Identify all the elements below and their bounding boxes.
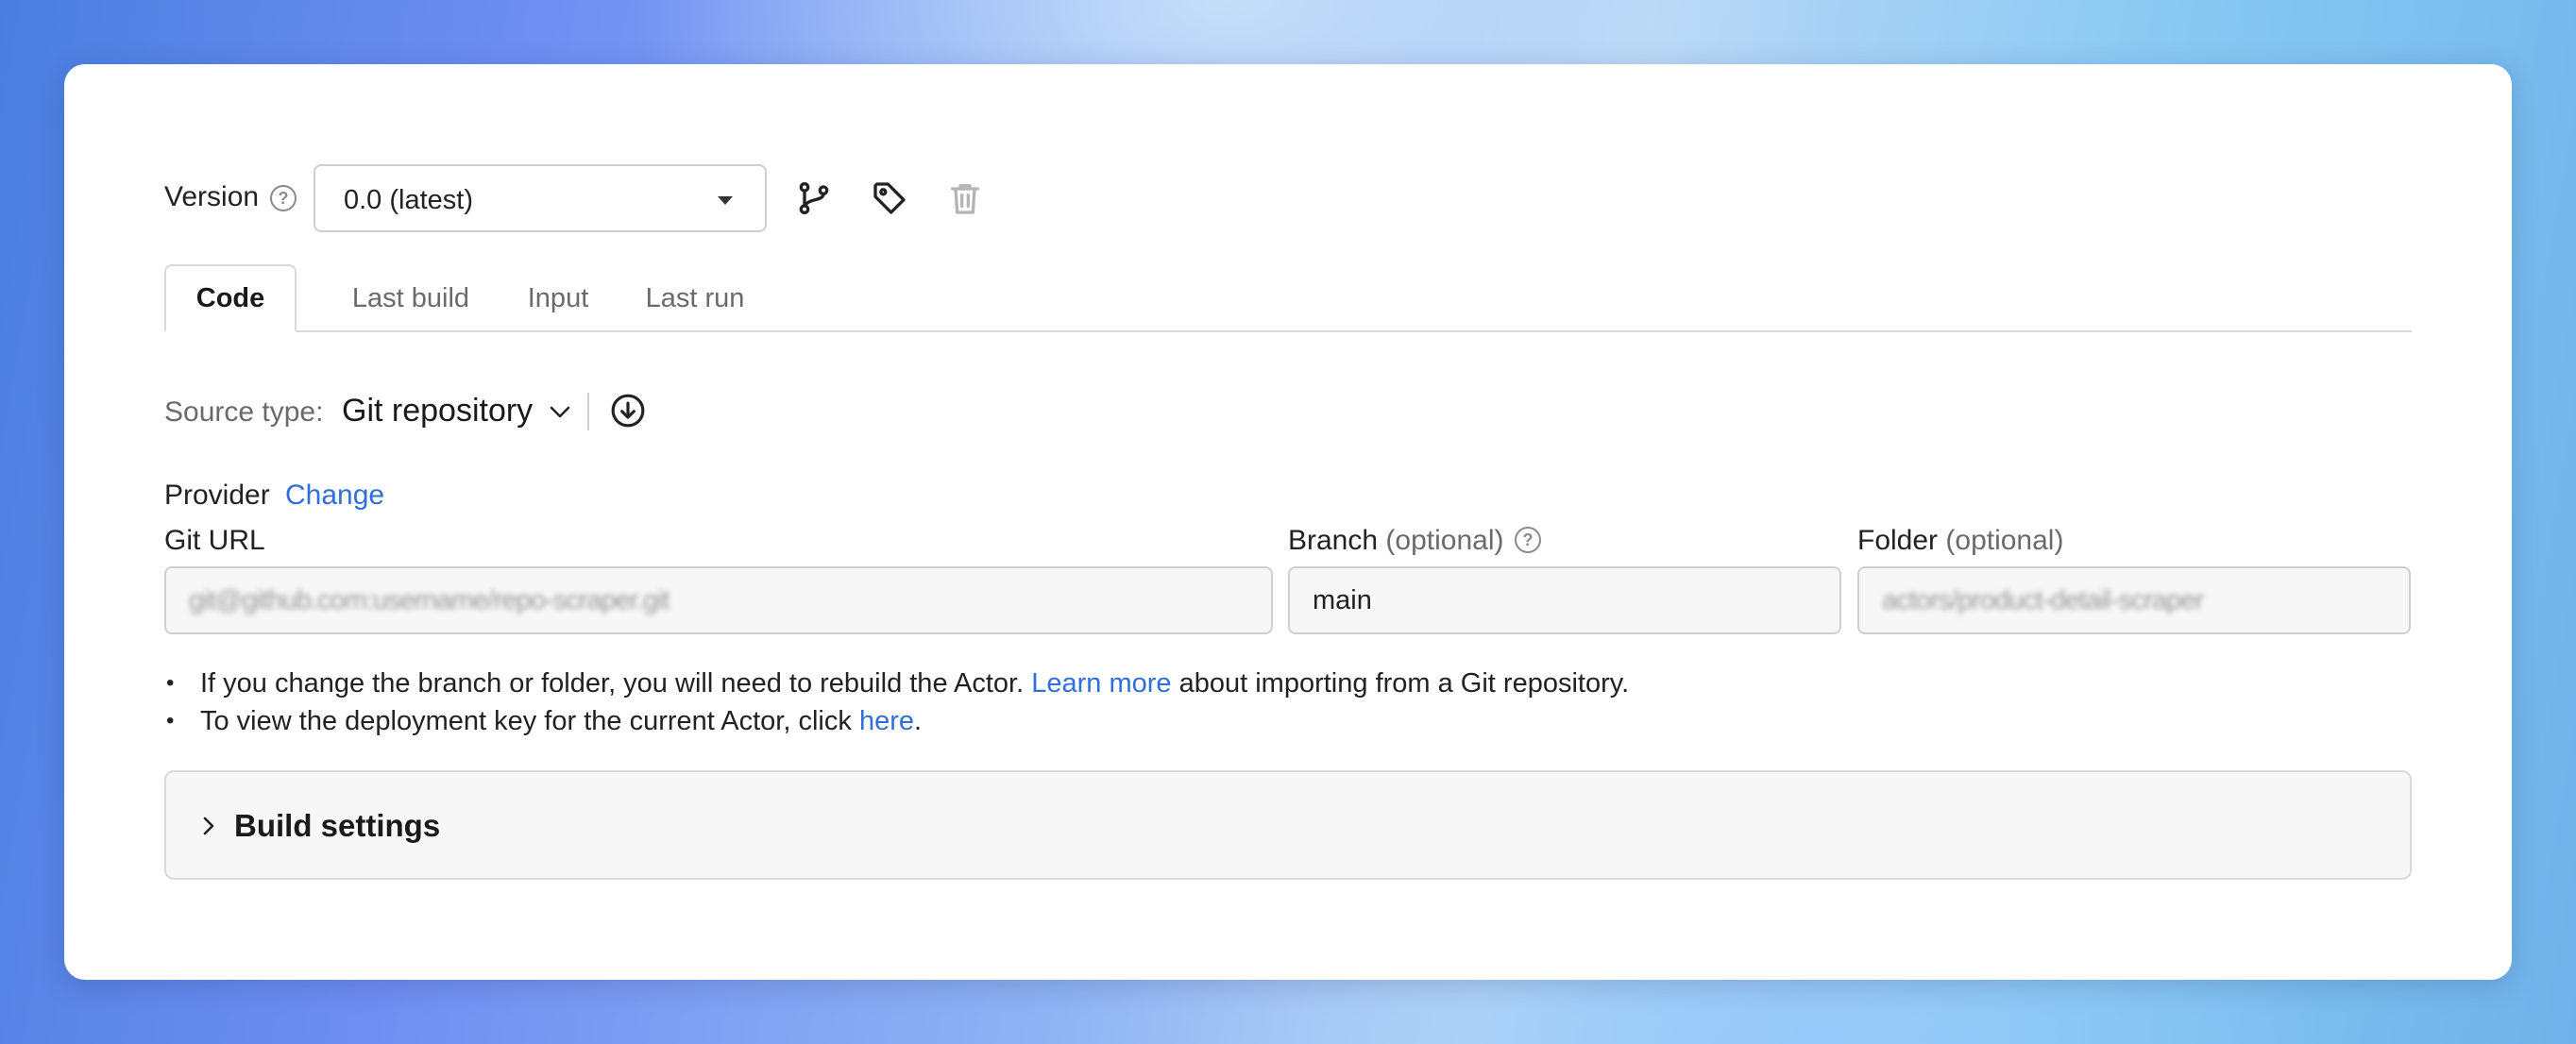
branch-optional-text: (optional) <box>1385 525 1504 556</box>
chevron-down-icon[interactable] <box>548 402 572 421</box>
learn-more-link[interactable]: Learn more <box>1031 668 1171 699</box>
branch-label-text: Branch <box>1288 525 1379 556</box>
tab-last-build[interactable]: Last build <box>321 264 500 332</box>
source-type-dropdown[interactable]: Git repository <box>342 393 533 429</box>
build-settings-title: Build settings <box>234 808 441 843</box>
provider-label: Provider <box>164 480 270 511</box>
tabs-divider <box>164 330 2412 332</box>
list-item: • To view the deployment key for the cur… <box>164 702 2412 740</box>
notes-list: • If you change the branch or folder, yo… <box>164 665 2412 740</box>
branch-label: Branch (optional) <box>1288 525 1503 557</box>
git-url-value: git@github.com:username/repo-scraper.git <box>189 584 669 615</box>
deployment-key-link[interactable]: here <box>859 706 914 736</box>
git-branch-icon[interactable] <box>795 179 833 217</box>
git-url-label: Git URL <box>164 525 265 556</box>
caret-down-icon <box>718 196 733 205</box>
actor-source-card: Version ? 0.0 (latest) Code Last build I… <box>64 64 2512 980</box>
folder-label: Folder (optional) <box>1857 525 2063 557</box>
version-selected-value: 0.0 (latest) <box>344 185 473 215</box>
note-text: If you change the branch or folder, you … <box>200 665 1629 702</box>
tag-icon[interactable] <box>871 179 908 217</box>
help-icon[interactable]: ? <box>270 185 297 211</box>
tab-input[interactable]: Input <box>506 264 610 332</box>
source-type-label: Source type: <box>164 396 324 428</box>
folder-value: actors/product-detail-scraper <box>1882 584 2204 615</box>
note-1-after: about importing from a Git repository. <box>1178 668 1630 699</box>
folder-input[interactable]: actors/product-detail-scraper <box>1857 566 2411 634</box>
tab-last-run[interactable]: Last run <box>618 264 772 332</box>
note-text: To view the deployment key for the curre… <box>200 702 922 740</box>
version-select[interactable]: 0.0 (latest) <box>314 164 767 232</box>
git-url-input[interactable]: git@github.com:username/repo-scraper.git <box>164 566 1273 634</box>
branch-input[interactable]: main <box>1288 566 1841 634</box>
branch-value: main <box>1313 584 1372 615</box>
note-1-text: If you change the branch or folder, you … <box>200 668 1025 699</box>
help-icon[interactable]: ? <box>1515 527 1541 553</box>
version-label: Version <box>164 181 260 212</box>
provider-change-link[interactable]: Change <box>285 480 384 512</box>
divider <box>587 393 589 430</box>
build-settings-accordion[interactable]: Build settings <box>164 770 2412 880</box>
bullet-icon: • <box>166 670 175 696</box>
folder-optional-text: (optional) <box>1945 525 2064 556</box>
bullet-icon: • <box>166 708 175 733</box>
download-icon[interactable] <box>610 393 646 429</box>
note-2-after: . <box>913 706 923 736</box>
list-item: • If you change the branch or folder, yo… <box>164 665 2412 702</box>
chevron-right-icon <box>200 814 217 838</box>
tab-code[interactable]: Code <box>164 264 297 332</box>
trash-icon[interactable] <box>946 179 984 217</box>
note-2-text: To view the deployment key for the curre… <box>200 706 852 736</box>
folder-label-text: Folder <box>1857 525 1939 556</box>
